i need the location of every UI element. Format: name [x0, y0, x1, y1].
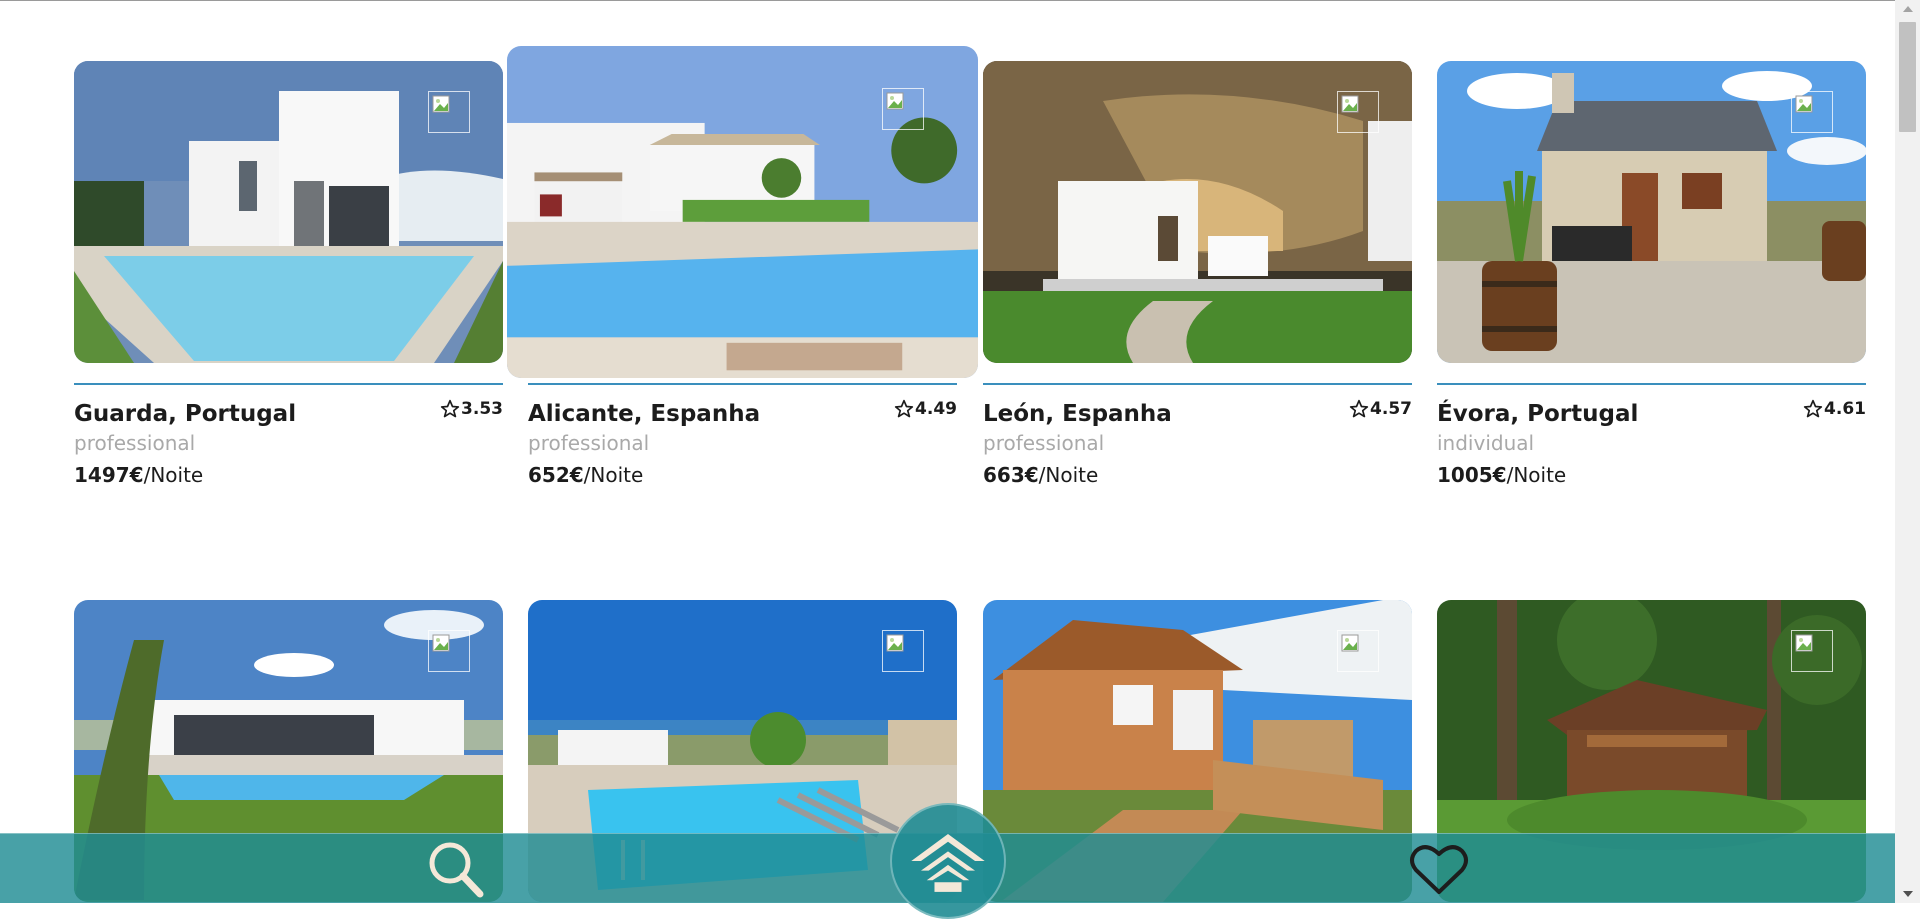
listing-photo[interactable]: [1437, 61, 1866, 363]
broken-image-icon: [886, 634, 904, 652]
price-unit: /Noite: [143, 463, 204, 487]
favorites-button[interactable]: [1408, 840, 1470, 898]
listing-card[interactable]: Alicante, Espanha 4.49 professional 652€…: [507, 46, 978, 503]
listing-rating: 3.53: [440, 399, 503, 419]
listing-image-placeholder: [1791, 630, 1833, 672]
listing-rating: 4.61: [1803, 399, 1866, 419]
listing-info: León, Espanha 4.57 professional 663€/Noi…: [983, 383, 1412, 503]
scrollbar-thumb[interactable]: [1899, 22, 1916, 132]
home-button[interactable]: [890, 803, 1006, 919]
host-type: individual: [1437, 431, 1535, 455]
scroll-down-arrow-icon[interactable]: [1903, 891, 1913, 897]
broken-image-icon: [1795, 95, 1813, 113]
listing-price: 663€/Noite: [983, 463, 1098, 487]
search-button[interactable]: [425, 839, 487, 899]
price-unit: /Noite: [583, 463, 644, 487]
host-type: professional: [74, 431, 196, 455]
listing-image-placeholder: [1791, 91, 1833, 133]
listing-card[interactable]: Évora, Portugal 4.61 individual 1005€/No…: [1437, 61, 1866, 501]
star-outline-icon: [1803, 399, 1823, 418]
listing-title: Évora, Portugal: [1437, 401, 1639, 427]
listing-info: Alicante, Espanha 4.49 professional 652€…: [528, 383, 957, 503]
search-icon: [429, 842, 484, 898]
listing-price: 1005€/Noite: [1437, 463, 1566, 487]
listing-title: León, Espanha: [983, 401, 1172, 427]
listing-title: Alicante, Espanha: [528, 401, 761, 427]
star-outline-icon: [1349, 399, 1369, 418]
broken-image-icon: [886, 92, 904, 110]
vertical-scrollbar[interactable]: [1895, 0, 1920, 903]
price-unit: /Noite: [1506, 463, 1567, 487]
scroll-up-arrow-icon[interactable]: [1903, 6, 1913, 12]
listing-photo[interactable]: [983, 61, 1412, 363]
rating-value: 4.57: [1370, 399, 1412, 419]
listing-image-placeholder: [882, 88, 924, 130]
rating-value: 4.49: [915, 399, 957, 419]
listing-photo[interactable]: [74, 61, 503, 363]
listing-rating: 4.57: [1349, 399, 1412, 419]
listing-photo[interactable]: [507, 46, 978, 378]
rating-value: 3.53: [461, 399, 503, 419]
host-type: professional: [528, 431, 650, 455]
price-unit: /Noite: [1038, 463, 1099, 487]
home-icon: [911, 833, 985, 892]
listing-card[interactable]: Guarda, Portugal 3.53 professional 1497€…: [74, 61, 503, 501]
broken-image-icon: [1795, 634, 1813, 652]
listing-card[interactable]: León, Espanha 4.57 professional 663€/Noi…: [983, 61, 1412, 501]
listing-image-placeholder: [428, 91, 470, 133]
rating-value: 4.61: [1824, 399, 1866, 419]
heart-outline-icon: [1410, 845, 1468, 894]
star-outline-icon: [894, 399, 914, 418]
broken-image-icon: [1341, 634, 1359, 652]
listings-grid: Guarda, Portugal 3.53 professional 1497€…: [0, 0, 1895, 903]
broken-image-icon: [432, 634, 450, 652]
broken-image-icon: [1341, 95, 1359, 113]
star-outline-icon: [440, 399, 460, 418]
broken-image-icon: [432, 95, 450, 113]
listing-info: Guarda, Portugal 3.53 professional 1497€…: [74, 383, 503, 503]
listing-rating: 4.49: [894, 399, 957, 419]
listing-image-placeholder: [1337, 91, 1379, 133]
price-amount: 663€: [983, 463, 1039, 487]
listing-info: Évora, Portugal 4.61 individual 1005€/No…: [1437, 383, 1866, 503]
listing-image-placeholder: [428, 630, 470, 672]
host-type: professional: [983, 431, 1105, 455]
listing-price: 1497€/Noite: [74, 463, 203, 487]
price-amount: 1005€: [1437, 463, 1507, 487]
listing-title: Guarda, Portugal: [74, 401, 297, 427]
listing-image-placeholder: [882, 630, 924, 672]
price-amount: 1497€: [74, 463, 144, 487]
price-amount: 652€: [528, 463, 584, 487]
listing-price: 652€/Noite: [528, 463, 643, 487]
listing-image-placeholder: [1337, 630, 1379, 672]
